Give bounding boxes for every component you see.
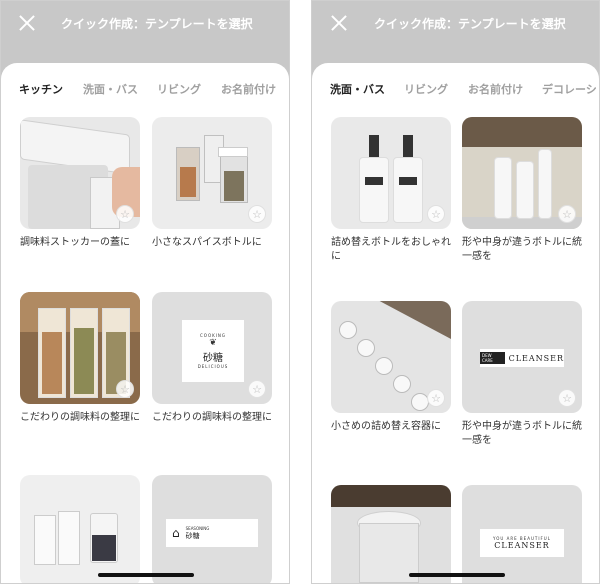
label-preview: DEW CARE CLEANSER bbox=[480, 349, 564, 367]
category-tabs: 洗面・バス リビング お名前付け デコレーシ bbox=[312, 81, 599, 101]
template-caption: 小さなスパイスボトルに bbox=[152, 237, 262, 248]
favorite-star-icon[interactable]: ☆ bbox=[558, 389, 576, 407]
template-card[interactable]: ☆ こだわりの調味料の整理に bbox=[20, 292, 140, 425]
template-caption: 調味料ストッカーの蓋に bbox=[20, 237, 130, 248]
left-phone-screen: クイック作成：テンプレートを選択 キッチン 洗面・バス リビング お名前付け ☆… bbox=[0, 0, 290, 584]
herb-icon: ❦ bbox=[209, 338, 217, 348]
tab-kitchen[interactable]: キッチン bbox=[19, 81, 63, 97]
favorite-star-icon[interactable]: ☆ bbox=[248, 205, 266, 223]
template-caption: 形や中身が違うボトルに統一感を bbox=[462, 421, 582, 446]
template-card[interactable]: DEW CARE CLEANSER ☆ 形や中身が違うボトルに統一感を bbox=[462, 301, 582, 448]
template-thumbnail bbox=[331, 485, 451, 583]
template-thumbnail: ☆ bbox=[20, 117, 140, 229]
template-thumbnail: ☆ bbox=[462, 117, 582, 229]
template-caption: こだわりの調味料の整理に bbox=[20, 412, 140, 423]
home-indicator bbox=[98, 573, 194, 577]
template-card[interactable]: COOKING ❦ 砂糖 DELICIOUS ☆ こだわりの調味料の整理に bbox=[152, 292, 272, 425]
favorite-star-icon[interactable]: ☆ bbox=[116, 380, 134, 398]
tab-bath[interactable]: 洗面・バス bbox=[330, 81, 385, 97]
template-card[interactable]: ☆ 形や中身が違うボトルに統一感を bbox=[462, 117, 582, 264]
template-caption: 小さめの詰め替え容器に bbox=[331, 421, 441, 432]
template-thumbnail: ☆ bbox=[20, 292, 140, 404]
tab-decoration[interactable]: デコレーシ bbox=[542, 81, 597, 97]
label-preview: COOKING ❦ 砂糖 DELICIOUS bbox=[182, 320, 244, 382]
page-title: クイック作成：テンプレートを選択 bbox=[374, 17, 566, 31]
template-caption: 詰め替えボトルをおしゃれに bbox=[331, 237, 451, 262]
template-caption: 形や中身が違うボトルに統一感を bbox=[462, 237, 582, 262]
favorite-star-icon[interactable]: ☆ bbox=[427, 389, 445, 407]
template-card[interactable]: YOU ARE BEAUTIFUL CLEANSER bbox=[462, 485, 582, 583]
header-bar: クイック作成：テンプレートを選択 bbox=[312, 1, 599, 63]
label-preview: YOU ARE BEAUTIFUL CLEANSER bbox=[480, 529, 564, 557]
template-thumbnail: DEW CARE CLEANSER ☆ bbox=[462, 301, 582, 413]
right-phone-screen: クイック作成：テンプレートを選択 洗面・バス リビング お名前付け デコレーシ … bbox=[311, 0, 600, 584]
favorite-star-icon[interactable]: ☆ bbox=[558, 205, 576, 223]
page-title: クイック作成：テンプレートを選択 bbox=[61, 17, 253, 31]
template-thumbnail: ☆ bbox=[331, 301, 451, 413]
template-card[interactable]: ☆ 小さなスパイスボトルに bbox=[152, 117, 272, 250]
house-icon: ⌂ bbox=[172, 526, 180, 540]
close-icon[interactable] bbox=[329, 13, 349, 33]
template-sheet: 洗面・バス リビング お名前付け デコレーシ ☆ 詰め替えボトルをおしゃれに ☆… bbox=[312, 63, 599, 583]
template-card[interactable]: ⌂ SEASONING 砂糖 bbox=[152, 475, 272, 583]
template-thumbnail: ☆ bbox=[152, 117, 272, 229]
template-card[interactable]: ☆ 小さめの詰め替え容器に bbox=[331, 301, 451, 434]
template-caption: こだわりの調味料の整理に bbox=[152, 412, 272, 423]
template-card[interactable]: ☆ 調味料ストッカーの蓋に bbox=[20, 117, 140, 250]
close-icon[interactable] bbox=[17, 13, 37, 33]
favorite-star-icon[interactable]: ☆ bbox=[427, 205, 445, 223]
tab-bath[interactable]: 洗面・バス bbox=[83, 81, 138, 97]
favorite-star-icon[interactable]: ☆ bbox=[116, 205, 134, 223]
template-sheet: キッチン 洗面・バス リビング お名前付け ☆ 調味料ストッカーの蓋に ☆ 小さ… bbox=[1, 63, 289, 583]
template-thumbnail bbox=[20, 475, 140, 583]
tab-living[interactable]: リビング bbox=[157, 81, 201, 97]
tab-living[interactable]: リビング bbox=[404, 81, 448, 97]
home-indicator bbox=[409, 573, 505, 577]
template-card[interactable]: ☆ 詰め替えボトルをおしゃれに bbox=[331, 117, 451, 264]
template-card[interactable] bbox=[20, 475, 140, 583]
template-card[interactable] bbox=[331, 485, 451, 583]
template-thumbnail: YOU ARE BEAUTIFUL CLEANSER bbox=[462, 485, 582, 583]
tab-name-label[interactable]: お名前付け bbox=[221, 81, 276, 97]
category-tabs: キッチン 洗面・バス リビング お名前付け bbox=[1, 81, 289, 101]
label-preview: ⌂ SEASONING 砂糖 bbox=[166, 519, 258, 547]
favorite-star-icon[interactable]: ☆ bbox=[248, 380, 266, 398]
template-thumbnail: COOKING ❦ 砂糖 DELICIOUS ☆ bbox=[152, 292, 272, 404]
template-thumbnail: ☆ bbox=[331, 117, 451, 229]
template-thumbnail: ⌂ SEASONING 砂糖 bbox=[152, 475, 272, 583]
tab-name-label[interactable]: お名前付け bbox=[468, 81, 523, 97]
header-bar: クイック作成：テンプレートを選択 bbox=[1, 1, 289, 63]
